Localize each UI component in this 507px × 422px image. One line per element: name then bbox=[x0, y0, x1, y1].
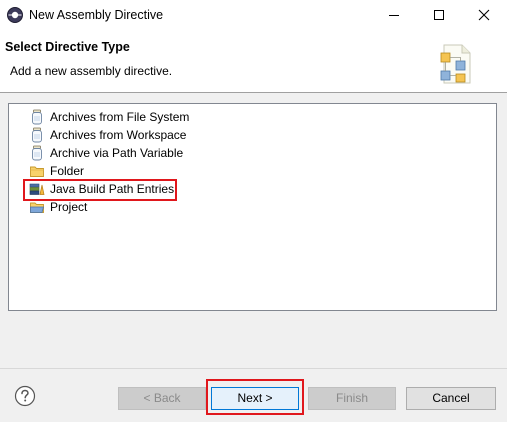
tree-item-label: Folder bbox=[50, 164, 85, 178]
minimize-button[interactable] bbox=[371, 0, 417, 30]
help-button[interactable] bbox=[14, 385, 36, 407]
tree-item-label: Archives from File System bbox=[50, 110, 190, 124]
next-button[interactable]: Next > bbox=[211, 387, 299, 410]
eclipse-app-icon bbox=[6, 6, 24, 24]
wizard-banner: Select Directive Type Add a new assembly… bbox=[0, 30, 507, 92]
banner-title: Select Directive Type bbox=[5, 40, 130, 54]
banner-separator bbox=[0, 92, 507, 93]
banner-description: Add a new assembly directive. bbox=[10, 64, 173, 78]
button-bar-separator bbox=[0, 368, 507, 369]
project-folder-icon bbox=[29, 199, 45, 215]
cancel-button[interactable]: Cancel bbox=[406, 387, 496, 410]
library-icon bbox=[29, 181, 45, 197]
back-button[interactable]: < Back bbox=[118, 387, 206, 410]
finish-button[interactable]: Finish bbox=[308, 387, 396, 410]
new-assembly-directive-dialog: New Assembly Directive Select Directive … bbox=[0, 0, 507, 422]
title-bar: New Assembly Directive bbox=[0, 0, 507, 30]
folder-icon bbox=[29, 163, 45, 179]
wizard-banner-icon bbox=[432, 41, 478, 87]
tree-item-label: Archives from Workspace bbox=[50, 128, 187, 142]
close-button[interactable] bbox=[461, 0, 507, 30]
tree-item-label: Java Build Path Entries bbox=[50, 182, 175, 196]
window-title: New Assembly Directive bbox=[29, 8, 164, 22]
maximize-icon bbox=[434, 10, 444, 20]
jar-icon bbox=[29, 145, 45, 161]
directive-type-tree[interactable]: Archives from File System Archives from … bbox=[8, 103, 497, 311]
jar-icon bbox=[29, 127, 45, 143]
tree-item-label: Project bbox=[50, 200, 88, 214]
close-icon bbox=[478, 9, 490, 21]
minimize-icon bbox=[389, 15, 399, 16]
maximize-button[interactable] bbox=[416, 0, 462, 30]
tree-item-label: Archive via Path Variable bbox=[50, 146, 184, 160]
jar-icon bbox=[29, 109, 45, 125]
help-icon bbox=[14, 385, 36, 407]
